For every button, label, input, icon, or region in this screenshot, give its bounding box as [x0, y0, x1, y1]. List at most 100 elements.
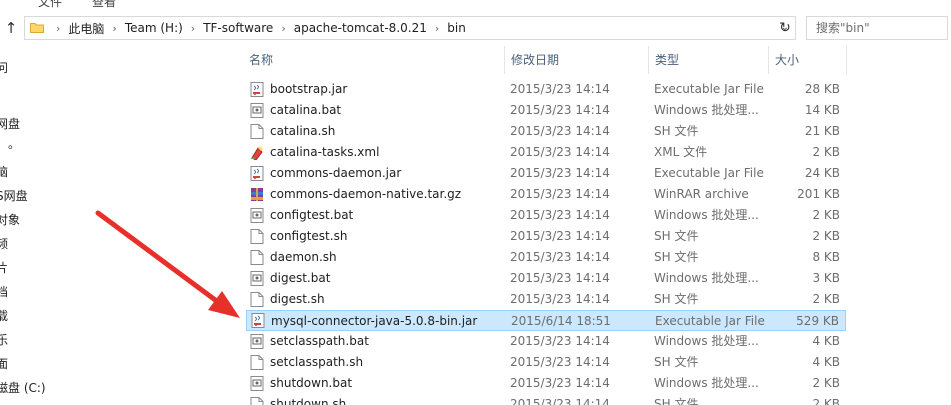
- file-modified-date: 2015/3/23 14:14: [510, 103, 610, 117]
- file-row[interactable]: setclasspath.sh 2015/3/23 14:14 SH 文件 4 KB: [246, 352, 846, 373]
- file-name: commons-daemon-native.tar.gz: [270, 187, 462, 201]
- chevron-right-icon[interactable]: ›: [430, 22, 444, 35]
- file-type: SH 文件: [654, 250, 699, 264]
- breadcrumb-drive[interactable]: Team (H:): [122, 21, 186, 35]
- jar-file-icon: [250, 82, 264, 97]
- file-size: 4 KB: [812, 355, 840, 369]
- file-row[interactable]: commons-daemon.jar 2015/3/23 14:14 Executa…: [246, 163, 846, 184]
- breadcrumb: › 此电脑 › Team (H:) › TF-software › apache…: [51, 17, 469, 39]
- bat-file-icon: [250, 208, 264, 223]
- search-input[interactable]: 搜索"bin": [806, 16, 948, 40]
- file-name: catalina-tasks.xml: [270, 145, 380, 159]
- file-modified-date: 2015/3/23 14:14: [510, 208, 610, 222]
- file-row[interactable]: configtest.sh 2015/3/23 14:14 SH 文件 2 KB: [246, 226, 846, 247]
- file-modified-date: 2015/3/23 14:14: [510, 397, 610, 405]
- file-modified-date: 2015/3/23 14:14: [510, 82, 610, 96]
- navigation-pane: 问 网盘 。 脑 S网盘 对象 频 片 档 载 乐 面 磁盘 (C:): [0, 44, 56, 405]
- nav-item[interactable]: 问: [0, 59, 8, 76]
- ribbon-tab-file[interactable]: 文件: [38, 0, 62, 10]
- column-headers: 名称 修改日期 类型 大小: [243, 46, 847, 74]
- file-row[interactable]: daemon.sh 2015/3/23 14:14 SH 文件 8 KB: [246, 247, 846, 268]
- file-type: WinRAR archive: [654, 187, 749, 201]
- file-row[interactable]: bootstrap.jar 2015/3/23 14:14 Executable J…: [246, 79, 846, 100]
- file-size: 4 KB: [812, 334, 840, 348]
- bat-file-icon: [250, 334, 264, 349]
- nav-item[interactable]: 频: [0, 235, 8, 252]
- refresh-icon[interactable]: ↻: [776, 18, 794, 38]
- file-size: 14 KB: [804, 103, 840, 117]
- file-row[interactable]: digest.sh 2015/3/23 14:14 SH 文件 2 KB: [246, 289, 846, 310]
- file-size: 2 KB: [812, 397, 840, 405]
- file-row[interactable]: shutdown.bat 2015/3/23 14:14 Windows 批处理..…: [246, 373, 846, 394]
- sh-file-icon: [250, 124, 264, 139]
- file-modified-date: 2015/3/23 14:14: [510, 376, 610, 390]
- nav-item[interactable]: 档: [0, 283, 8, 300]
- file-modified-date: 2015/3/23 14:14: [510, 229, 610, 243]
- file-row[interactable]: catalina-tasks.xml 2015/3/23 14:14 XML 文件 2…: [246, 142, 846, 163]
- nav-item[interactable]: 片: [0, 259, 8, 276]
- file-type: Executable Jar File: [654, 166, 764, 180]
- nav-item-c-drive[interactable]: 磁盘 (C:): [0, 379, 46, 396]
- chevron-right-icon[interactable]: ›: [107, 22, 121, 35]
- file-row[interactable]: configtest.bat 2015/3/23 14:14 Windows 批处理…: [246, 205, 846, 226]
- file-row[interactable]: setclasspath.bat 2015/3/23 14:14 Windows 批…: [246, 331, 846, 352]
- arrow-shaft: [95, 210, 225, 308]
- sh-file-icon: [250, 292, 264, 307]
- file-row-selected[interactable]: mysql-connector-java-5.0.8-bin.jar 2015/6…: [246, 310, 846, 331]
- file-size: 3 KB: [812, 271, 840, 285]
- column-header-size[interactable]: 大小: [769, 46, 847, 74]
- nav-item[interactable]: 乐: [0, 331, 8, 348]
- file-type: Windows 批处理...: [654, 376, 759, 390]
- file-name: daemon.sh: [270, 250, 337, 264]
- file-modified-date: 2015/3/23 14:14: [510, 250, 610, 264]
- nav-item[interactable]: 网盘: [0, 115, 20, 132]
- address-bar[interactable]: › 此电脑 › Team (H:) › TF-software › apache…: [24, 16, 796, 40]
- file-row[interactable]: commons-daemon-native.tar.gz 2015/3/23 14…: [246, 184, 846, 205]
- breadcrumb-this-pc[interactable]: 此电脑: [65, 20, 107, 37]
- file-modified-date: 2015/3/23 14:14: [510, 145, 610, 159]
- bat-file-icon: [250, 271, 264, 286]
- file-size: 28 KB: [804, 82, 840, 96]
- file-row[interactable]: digest.bat 2015/3/23 14:14 Windows 批处理... 3…: [246, 268, 846, 289]
- nav-item[interactable]: 对象: [0, 211, 20, 228]
- file-type: SH 文件: [654, 355, 699, 369]
- ribbon-tab-view[interactable]: 查看: [92, 0, 116, 10]
- file-size: 2 KB: [812, 376, 840, 390]
- file-row[interactable]: shutdown.sh 2015/3/23 14:14 SH 文件 2 KB: [246, 394, 846, 405]
- breadcrumb-bin[interactable]: bin: [444, 21, 469, 35]
- file-list-pane: ^ 名称 修改日期 类型 大小 bootstrap.jar 2015/3/23 1…: [230, 44, 951, 405]
- file-size: 529 KB: [796, 314, 839, 328]
- breadcrumb-tf-software[interactable]: TF-software: [200, 21, 276, 35]
- file-name: configtest.bat: [270, 208, 354, 222]
- nav-item[interactable]: S网盘: [0, 187, 28, 204]
- up-arrow-icon[interactable]: ↑: [2, 18, 20, 38]
- nav-item[interactable]: 脑: [0, 163, 8, 180]
- chevron-right-icon[interactable]: ›: [276, 22, 290, 35]
- chevron-right-icon[interactable]: ›: [186, 22, 200, 35]
- file-name: digest.bat: [270, 271, 331, 285]
- file-type: SH 文件: [654, 124, 699, 138]
- column-header-type[interactable]: 类型: [649, 46, 769, 74]
- file-name: setclasspath.bat: [270, 334, 369, 348]
- file-type: Windows 批处理...: [654, 208, 759, 222]
- file-size: 201 KB: [797, 187, 840, 201]
- jar-file-icon: [251, 313, 265, 328]
- sh-file-icon: [250, 229, 264, 244]
- file-size: 8 KB: [812, 250, 840, 264]
- file-row[interactable]: catalina.bat 2015/3/23 14:14 Windows 批处理..…: [246, 100, 846, 121]
- jar-file-icon: [250, 166, 264, 181]
- breadcrumb-tomcat[interactable]: apache-tomcat-8.0.21: [291, 21, 430, 35]
- file-type: Windows 批处理...: [654, 103, 759, 117]
- file-row[interactable]: catalina.sh 2015/3/23 14:14 SH 文件 21 KB: [246, 121, 846, 142]
- nav-item[interactable]: 面: [0, 355, 8, 372]
- column-header-modified[interactable]: 修改日期: [505, 46, 649, 74]
- chevron-right-icon[interactable]: ›: [51, 22, 65, 35]
- nav-item: 。: [8, 137, 21, 151]
- file-rows: bootstrap.jar 2015/3/23 14:14 Executable J…: [246, 79, 846, 405]
- file-size: 24 KB: [804, 166, 840, 180]
- file-modified-date: 2015/3/23 14:14: [510, 355, 610, 369]
- file-name: digest.sh: [270, 292, 325, 306]
- nav-item[interactable]: 载: [0, 307, 8, 324]
- file-name: shutdown.bat: [270, 376, 353, 390]
- column-header-name[interactable]: 名称: [243, 46, 505, 74]
